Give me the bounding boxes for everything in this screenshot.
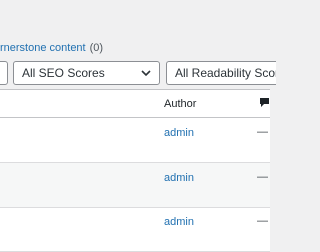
previous-filter-select[interactable]: [0, 61, 8, 85]
table-header: Author: [0, 90, 270, 118]
table-row: admin —: [0, 163, 270, 208]
readability-scores-value: All Readability Scores: [175, 66, 276, 80]
author-link[interactable]: admin: [164, 171, 194, 185]
comment-bubble-icon[interactable]: [259, 97, 270, 109]
chevron-down-icon: [141, 70, 151, 77]
seo-scores-value: All SEO Scores: [22, 66, 105, 80]
comments-count: —: [257, 215, 268, 227]
table-row: admin —: [0, 118, 270, 163]
seo-scores-select[interactable]: All SEO Scores: [13, 61, 160, 85]
cornerstone-content-link[interactable]: rnerstone content: [0, 42, 86, 54]
table-row: admin —: [0, 207, 270, 252]
column-header-author[interactable]: Author: [164, 97, 196, 111]
post-views-filter: rnerstone content (0): [0, 41, 103, 55]
readability-scores-select[interactable]: All Readability Scores: [166, 61, 276, 85]
posts-table: Author admin — admin — admin —: [0, 89, 270, 252]
comments-count: —: [257, 126, 268, 138]
author-link[interactable]: admin: [164, 126, 194, 140]
page-background: [0, 0, 270, 34]
comments-count: —: [257, 171, 268, 183]
author-link[interactable]: admin: [164, 215, 194, 229]
cornerstone-count: (0): [89, 42, 104, 54]
